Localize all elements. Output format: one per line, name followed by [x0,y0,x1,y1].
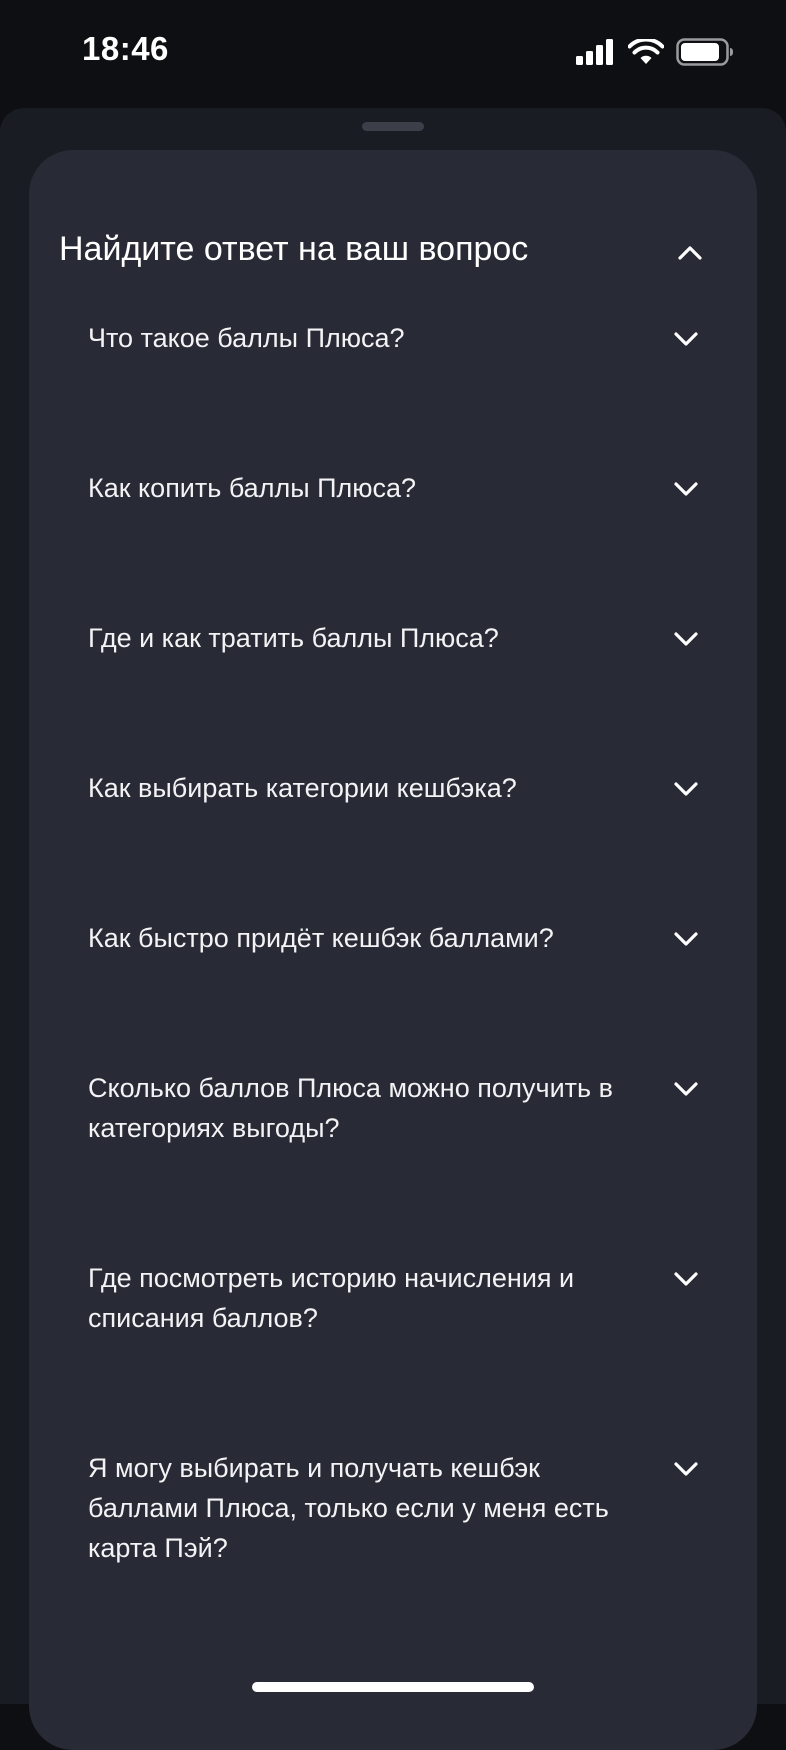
chevron-up-icon[interactable] [675,238,705,268]
wifi-icon [628,39,664,64]
chevron-down-icon[interactable] [672,777,700,799]
chevron-down-icon[interactable] [672,1457,700,1479]
status-bar: 18:46 [0,0,786,108]
chevron-down-icon[interactable] [672,1077,700,1099]
faq-question: Как копить баллы Плюса? [88,473,417,503]
faq-question: Где и как тратить баллы Плюса? [88,623,499,653]
faq-question: Сколько баллов Плюса можно получить в ка… [88,1073,613,1143]
cellular-signal-icon [576,39,613,65]
faq-title: Найдите ответ на ваш вопрос [59,230,529,268]
status-time: 18:46 [82,30,169,67]
chevron-down-icon[interactable] [672,1267,700,1289]
status-icons [576,38,734,66]
home-indicator[interactable] [252,1682,534,1692]
faq-header[interactable]: Найдите ответ на ваш вопрос [59,220,735,284]
chevron-down-icon[interactable] [672,927,700,949]
battery-icon [676,38,733,66]
faq-question: Что такое баллы Плюса? [88,323,405,353]
chevron-down-icon[interactable] [672,327,700,349]
faq-question: Я могу выбирать и получать кешбэк баллам… [88,1453,609,1563]
faq-question: Как выбирать категории кешбэка? [88,773,517,803]
faq-card: Найдите ответ на ваш вопрос Что такое ба… [29,150,757,1750]
faq-question: Как быстро придёт кешбэк баллами? [88,923,554,953]
chevron-down-icon[interactable] [672,477,700,499]
chevron-down-icon[interactable] [672,627,700,649]
sheet-grabber-handle[interactable] [362,122,424,131]
bottom-sheet: Найдите ответ на ваш вопрос Что такое ба… [0,108,786,1750]
faq-question: Где посмотреть историю начисления и спис… [88,1263,575,1333]
